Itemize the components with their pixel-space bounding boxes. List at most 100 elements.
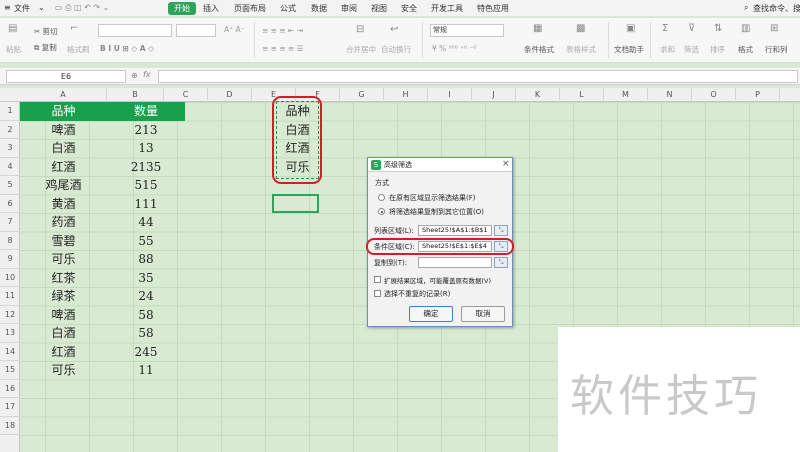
row-header[interactable]: 9 <box>0 250 20 269</box>
table-cell[interactable]: 515 <box>107 176 185 195</box>
column-header[interactable]: G <box>340 88 384 102</box>
column-header[interactable]: L <box>560 88 604 102</box>
tab-special[interactable]: 特色应用 <box>477 3 509 14</box>
column-header[interactable]: J <box>472 88 516 102</box>
column-header[interactable]: D <box>208 88 252 102</box>
column-header[interactable]: P <box>736 88 780 102</box>
tab-page-layout[interactable]: 页面布局 <box>234 3 266 14</box>
table-cell[interactable]: 24 <box>107 287 185 306</box>
row-header[interactable]: 12 <box>0 306 20 324</box>
paste-button[interactable]: 粘贴 <box>6 44 21 55</box>
row-header[interactable]: 18 <box>0 417 20 435</box>
tab-insert[interactable]: 插入 <box>203 3 219 14</box>
range-picker-icon[interactable]: ⤡ <box>494 225 508 236</box>
radio-in-place[interactable] <box>378 194 385 201</box>
column-header[interactable]: O <box>692 88 736 102</box>
copy-button[interactable]: ⧉ 复制 <box>34 42 57 53</box>
doc-helper-icon[interactable]: ▣ <box>626 23 635 34</box>
table-cell[interactable]: 11 <box>107 361 185 380</box>
formula-input[interactable] <box>158 70 798 83</box>
table-cell[interactable]: 55 <box>107 232 185 251</box>
row-header[interactable]: 13 <box>0 324 20 343</box>
column-header[interactable]: B <box>107 88 164 102</box>
table-cell[interactable]: 35 <box>107 269 185 288</box>
conditional-format-button[interactable]: 条件格式 <box>524 44 554 55</box>
table-cell[interactable]: 111 <box>107 195 185 214</box>
row-header[interactable]: 15 <box>0 361 20 380</box>
sort-button[interactable]: 排序 <box>710 44 725 55</box>
row-header[interactable]: 10 <box>0 269 20 287</box>
table-cell[interactable]: 红酒 <box>20 158 107 177</box>
filter-icon[interactable]: ⊽ <box>688 23 695 34</box>
unique-checkbox[interactable] <box>374 290 381 297</box>
copy-to-input[interactable] <box>418 257 492 268</box>
format-painter-icon[interactable]: ⌐ <box>70 23 78 34</box>
row-col-icon[interactable]: ⊞ <box>770 23 778 34</box>
format-icon[interactable]: ▥ <box>741 23 750 34</box>
row-header[interactable]: 2 <box>0 121 20 139</box>
table-style-button[interactable]: 表格样式 <box>566 44 596 55</box>
column-header[interactable]: K <box>516 88 560 102</box>
column-header[interactable]: H <box>384 88 428 102</box>
row-header[interactable]: 6 <box>0 195 20 213</box>
table-cell[interactable]: 红酒 <box>20 343 107 362</box>
tab-review[interactable]: 审阅 <box>341 3 357 14</box>
table-cell[interactable]: 213 <box>107 121 185 140</box>
tab-home[interactable]: 开始 <box>168 2 196 15</box>
chevron-down-icon[interactable]: ⌄ <box>38 3 45 12</box>
merge-center-button[interactable]: 合并居中 <box>346 44 376 55</box>
paste-icon[interactable]: ▤ <box>8 23 17 34</box>
font-style-icons[interactable]: B I U ⊞ ◇ A ◇ <box>100 44 154 53</box>
column-header[interactable]: C <box>164 88 208 102</box>
table-cell[interactable]: 白酒 <box>20 324 107 343</box>
row-col-button[interactable]: 行和列 <box>765 44 788 55</box>
quick-access-icons[interactable]: ▭ ⎙ ◫ ↶ ↷ ⌄ <box>55 3 109 13</box>
format-painter-button[interactable]: 格式刷 <box>67 44 90 55</box>
table-cell[interactable]: 2135 <box>107 158 185 177</box>
fx-icon[interactable]: fx <box>143 70 151 79</box>
number-format-icons[interactable]: ¥ % ⁰⁰⁰ ⁺⁰ ⁻⁰ <box>432 44 476 53</box>
cancel-button[interactable]: 取消 <box>461 306 505 322</box>
align-icons-top[interactable]: ≡ ≡ ≡ ⇤ ⇥ <box>262 26 303 35</box>
wrap-text-button[interactable]: 自动换行 <box>381 44 411 55</box>
sort-icon[interactable]: ⇅ <box>714 23 722 34</box>
row-header[interactable]: 4 <box>0 158 20 176</box>
zoom-icon[interactable]: ⊕ <box>131 71 138 80</box>
tab-formulas[interactable]: 公式 <box>280 3 296 14</box>
search-icon[interactable]: ⌕ <box>744 3 748 13</box>
row-header[interactable]: 7 <box>0 213 20 232</box>
table-cell[interactable]: 啤酒 <box>20 306 107 325</box>
table-cell[interactable]: 黄酒 <box>20 195 107 214</box>
align-icons-bottom[interactable]: ≡ ≡ ≡ ≡ ☰ <box>262 44 303 53</box>
font-size-icons[interactable]: A⁺ A⁻ <box>224 25 245 34</box>
close-icon[interactable]: × <box>502 159 510 169</box>
table-cell[interactable]: 品种 <box>20 102 107 121</box>
table-cell[interactable]: 鸡尾酒 <box>20 176 107 195</box>
row-header[interactable]: 1 <box>0 102 20 121</box>
row-header[interactable]: 17 <box>0 398 20 417</box>
table-cell[interactable]: 可乐 <box>20 250 107 269</box>
table-cell[interactable]: 58 <box>107 324 185 343</box>
tab-developer[interactable]: 开发工具 <box>431 3 463 14</box>
ok-button[interactable]: 确定 <box>409 306 453 322</box>
column-header[interactable]: N <box>648 88 692 102</box>
table-cell[interactable]: 245 <box>107 343 185 362</box>
sum-icon[interactable]: Σ <box>662 23 668 34</box>
table-cell[interactable]: 可乐 <box>20 361 107 380</box>
font-size-select[interactable] <box>176 24 216 37</box>
sum-button[interactable]: 求和 <box>660 44 675 55</box>
menu-file[interactable]: 文件 <box>14 3 30 14</box>
row-header[interactable]: 16 <box>0 380 20 398</box>
row-header[interactable]: 8 <box>0 232 20 250</box>
table-cell[interactable]: 红茶 <box>20 269 107 288</box>
column-header[interactable]: I <box>428 88 472 102</box>
format-button[interactable]: 格式 <box>738 44 753 55</box>
row-header[interactable]: 11 <box>0 287 20 306</box>
row-header[interactable]: 5 <box>0 176 20 195</box>
table-cell[interactable]: 药酒 <box>20 213 107 232</box>
tab-security[interactable]: 安全 <box>401 3 417 14</box>
filter-button[interactable]: 筛选 <box>684 44 699 55</box>
name-box[interactable]: E6 <box>6 70 126 83</box>
tab-view[interactable]: 视图 <box>371 3 387 14</box>
menu-icon[interactable]: ≡ <box>4 3 11 12</box>
